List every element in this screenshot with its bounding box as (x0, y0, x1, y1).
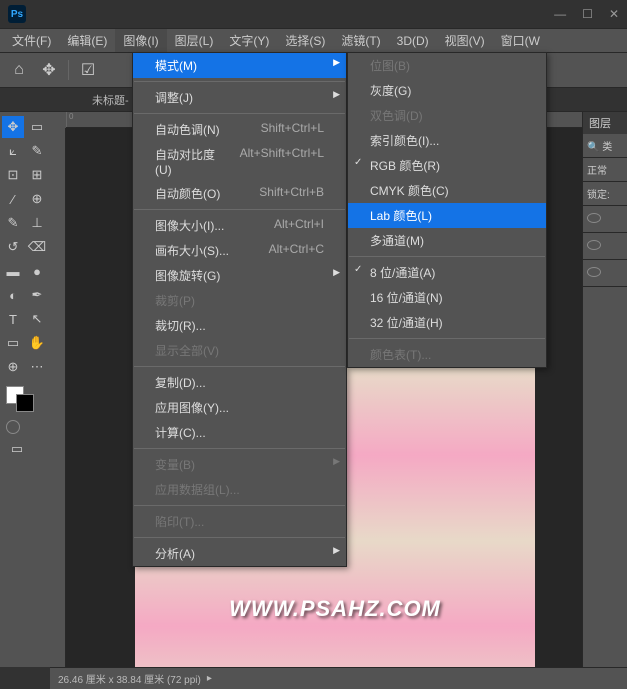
menu-canvas-size[interactable]: 画布大小(S)...Alt+Ctrl+C (133, 238, 346, 263)
mode-32bit[interactable]: 32 位/通道(H) (348, 310, 546, 335)
color-swatches[interactable] (6, 386, 44, 412)
blend-mode[interactable]: 正常 (583, 158, 627, 182)
layers-panel-header[interactable]: 图层 (583, 112, 627, 134)
edit-toolbar[interactable]: ⋯ (26, 356, 48, 378)
menu-variables: 变量(B)▶ (133, 452, 346, 477)
check-icon: ✓ (354, 157, 362, 168)
maximize-button[interactable]: ☐ (582, 7, 593, 21)
chevron-right-icon[interactable]: ▸ (207, 673, 212, 684)
watermark-text: WWW.PSAHZ.COM (229, 596, 441, 622)
app-logo: Ps (8, 5, 26, 23)
crop-tool[interactable]: ⊡ (2, 164, 24, 186)
quick-select-tool[interactable]: ✎ (26, 140, 48, 162)
menubar: 文件(F) 编辑(E) 图像(I) 图层(L) 文字(Y) 选择(S) 滤镜(T… (0, 28, 627, 52)
lasso-tool[interactable]: ⟀ (2, 140, 24, 162)
check-icon: ✓ (354, 264, 362, 275)
history-brush-tool[interactable]: ↺ (2, 236, 24, 258)
home-icon[interactable]: ⌂ (8, 59, 30, 81)
mode-indexed[interactable]: 索引颜色(I)... (348, 128, 546, 153)
menu-calculations[interactable]: 计算(C)... (133, 420, 346, 445)
menu-trim[interactable]: 裁切(R)... (133, 313, 346, 338)
mode-multichannel[interactable]: 多通道(M) (348, 228, 546, 253)
mode-16bit[interactable]: 16 位/通道(N) (348, 285, 546, 310)
quick-mask-toggle[interactable] (6, 420, 20, 434)
menu-filter[interactable]: 滤镜(T) (333, 29, 388, 52)
menu-apply-data: 应用数据组(L)... (133, 477, 346, 502)
checkbox-icon[interactable]: ☑ (77, 59, 99, 81)
eraser-tool[interactable]: ⌫ (26, 236, 48, 258)
menu-rotation[interactable]: 图像旋转(G)▶ (133, 263, 346, 288)
document-tab[interactable]: 未标题- (92, 92, 129, 108)
menu-reveal-all: 显示全部(V) (133, 338, 346, 363)
shape-tool[interactable]: ▭ (2, 332, 24, 354)
ruler-corner (50, 112, 66, 128)
marquee-tool[interactable]: ▭ (26, 116, 48, 138)
close-button[interactable]: ✕ (609, 7, 619, 21)
statusbar: 26.46 厘米 x 38.84 厘米 (72 ppi) ▸ (50, 667, 627, 689)
menu-auto-tone[interactable]: 自动色调(N)Shift+Ctrl+L (133, 117, 346, 142)
type-tool[interactable]: T (2, 308, 24, 330)
layer-search[interactable]: 🔍 类 (583, 134, 627, 158)
tools-panel: ✥ ▭ ⟀ ✎ ⊡ ⊞ ⁄ ⊕ ✎ ⊥ ↺ ⌫ ▬ ● ◐ ✒ T ↖ ▭ ✋ … (0, 112, 50, 667)
ruler-vertical (50, 128, 66, 667)
menu-apply-image[interactable]: 应用图像(Y)... (133, 395, 346, 420)
frame-tool[interactable]: ⊞ (26, 164, 48, 186)
visibility-icon[interactable] (587, 240, 601, 250)
menu-type[interactable]: 文字(Y) (221, 29, 277, 52)
mode-lab[interactable]: Lab 颜色(L) (348, 203, 546, 228)
menu-analysis[interactable]: 分析(A)▶ (133, 541, 346, 566)
menu-view[interactable]: 视图(V) (437, 29, 493, 52)
menu-crop: 裁剪(P) (133, 288, 346, 313)
layer-row[interactable] (583, 260, 627, 287)
menu-auto-color[interactable]: 自动颜色(O)Shift+Ctrl+B (133, 181, 346, 206)
mode-rgb[interactable]: ✓RGB 颜色(R) (348, 153, 546, 178)
hand-tool[interactable]: ✋ (26, 332, 48, 354)
menu-mode[interactable]: 模式(M)▶ (133, 53, 346, 78)
healing-tool[interactable]: ⊕ (26, 188, 48, 210)
menu-adjustments[interactable]: 调整(J)▶ (133, 85, 346, 110)
clone-tool[interactable]: ⊥ (26, 212, 48, 234)
menu-trap: 陷印(T)... (133, 509, 346, 534)
menu-auto-contrast[interactable]: 自动对比度(U)Alt+Shift+Ctrl+L (133, 142, 346, 181)
menu-file[interactable]: 文件(F) (4, 29, 59, 52)
path-tool[interactable]: ↖ (26, 308, 48, 330)
mode-bitmap: 位图(B) (348, 53, 546, 78)
menu-edit[interactable]: 编辑(E) (59, 29, 115, 52)
mode-cmyk[interactable]: CMYK 颜色(C) (348, 178, 546, 203)
blur-tool[interactable]: ● (26, 260, 48, 282)
eyedropper-tool[interactable]: ⁄ (2, 188, 24, 210)
brush-tool[interactable]: ✎ (2, 212, 24, 234)
menu-duplicate[interactable]: 复制(D)... (133, 370, 346, 395)
titlebar: Ps — ☐ ✕ (0, 0, 627, 28)
status-text: 26.46 厘米 x 38.84 厘米 (72 ppi) (58, 671, 201, 686)
visibility-icon[interactable] (587, 213, 601, 223)
window-controls: — ☐ ✕ (554, 7, 619, 21)
image-dropdown-menu: 模式(M)▶ 调整(J)▶ 自动色调(N)Shift+Ctrl+L 自动对比度(… (132, 52, 347, 567)
visibility-icon[interactable] (587, 267, 601, 277)
layer-row[interactable] (583, 233, 627, 260)
screen-mode[interactable]: ▭ (6, 438, 28, 460)
mode-duotone: 双色调(D) (348, 103, 546, 128)
move-icon[interactable]: ✥ (38, 59, 60, 81)
background-color[interactable] (16, 394, 34, 412)
move-tool[interactable]: ✥ (2, 116, 24, 138)
menu-image[interactable]: 图像(I) (115, 29, 166, 52)
mode-color-table: 颜色表(T)... (348, 342, 546, 367)
minimize-button[interactable]: — (554, 7, 566, 21)
lock-row: 锁定: (583, 182, 627, 206)
dodge-tool[interactable]: ◐ (2, 284, 24, 306)
menu-window[interactable]: 窗口(W (493, 29, 548, 52)
layer-row[interactable] (583, 206, 627, 233)
mode-grayscale[interactable]: 灰度(G) (348, 78, 546, 103)
pen-tool[interactable]: ✒ (26, 284, 48, 306)
mode-submenu: 位图(B) 灰度(G) 双色调(D) 索引颜色(I)... ✓RGB 颜色(R)… (347, 52, 547, 368)
mode-8bit[interactable]: ✓8 位/通道(A) (348, 260, 546, 285)
menu-3d[interactable]: 3D(D) (389, 31, 437, 51)
menu-image-size[interactable]: 图像大小(I)...Alt+Ctrl+I (133, 213, 346, 238)
menu-select[interactable]: 选择(S) (277, 29, 333, 52)
zoom-tool[interactable]: ⊕ (2, 356, 24, 378)
menu-layer[interactable]: 图层(L) (167, 29, 222, 52)
right-panels: 图层 🔍 类 正常 锁定: (582, 112, 627, 667)
gradient-tool[interactable]: ▬ (2, 260, 24, 282)
